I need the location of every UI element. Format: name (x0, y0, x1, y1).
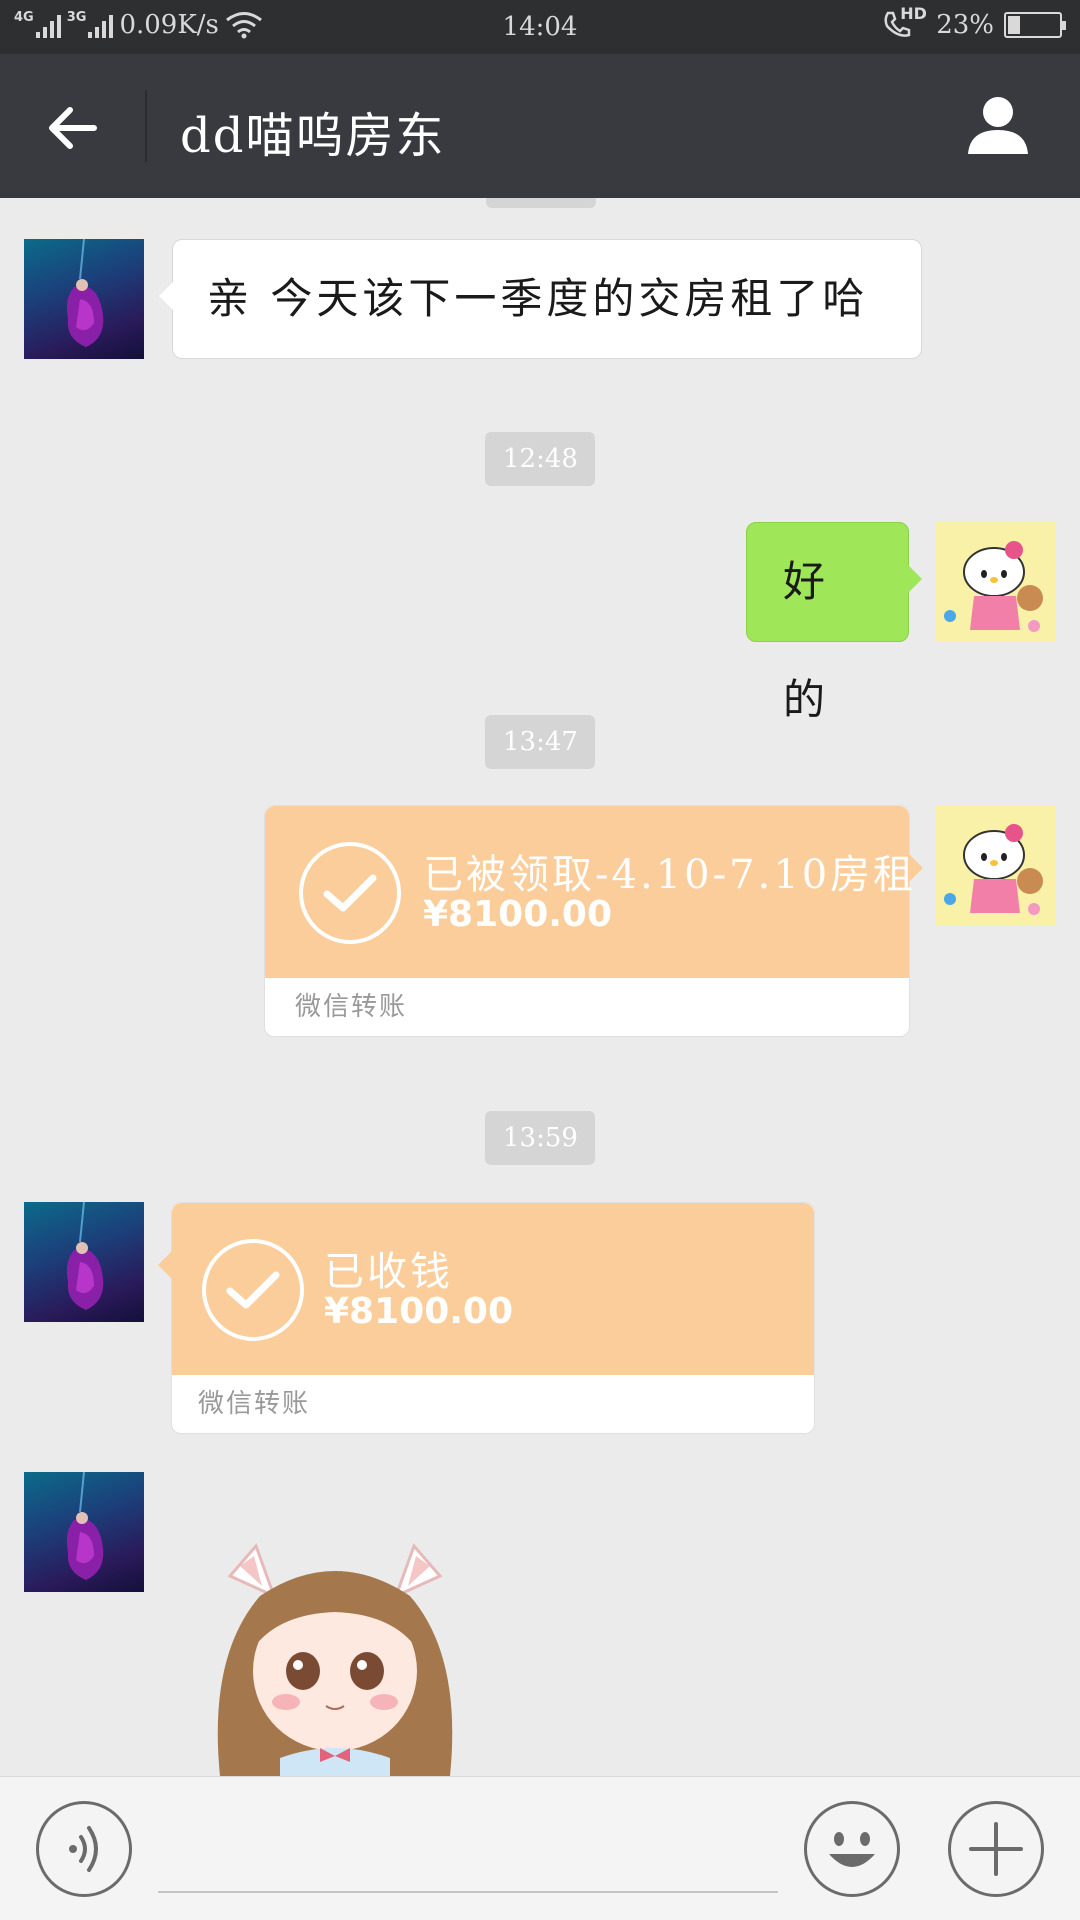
time-divider: 13:47 (485, 715, 595, 769)
chat-title: dd喵呜房东 (180, 108, 446, 164)
status-right: HD 23% (882, 4, 1066, 40)
sticker-message[interactable] (200, 1536, 500, 1776)
person-icon (968, 97, 1028, 154)
emoji-button[interactable] (804, 1801, 900, 1897)
avatar-me[interactable] (936, 522, 1056, 642)
message-bubble-sent[interactable]: 好的 (746, 522, 922, 724)
chat-header: dd喵呜房东 (0, 54, 1080, 198)
transfer-title: 已被领取-4.10-7.10房租 (423, 852, 917, 898)
check-icon (299, 842, 401, 944)
avatar-image (944, 541, 1043, 632)
battery-percent: 23% (936, 10, 994, 40)
avatar-image (66, 1472, 104, 1580)
message-text: 亲 今天该下一季度的交房租了哈 (207, 274, 869, 323)
header-divider (145, 90, 147, 162)
profile-button[interactable] (966, 92, 1030, 156)
arrow-left-icon (49, 107, 97, 149)
time-divider-partial (486, 198, 596, 208)
message-input[interactable] (158, 1817, 778, 1893)
avatar-landlord[interactable] (24, 1202, 144, 1322)
back-button[interactable] (44, 100, 100, 156)
transfer-card-received[interactable]: 已收钱 ¥8100.00 微信转账 (158, 1202, 815, 1434)
hd-call-icon: HD (882, 4, 927, 40)
battery-icon (1004, 12, 1066, 38)
time-divider: 12:48 (485, 432, 595, 486)
sticker-girl-image (217, 1543, 453, 1776)
voice-icon (69, 1826, 98, 1872)
hd-label: HD (900, 4, 927, 23)
transfer-card-sent[interactable]: 已被领取-4.10-7.10房租 ¥8100.00 微信转账 (264, 805, 923, 1037)
emoji-icon (829, 1832, 875, 1867)
transfer-amount: ¥8100.00 (324, 1291, 514, 1332)
time-divider: 13:59 (485, 1111, 595, 1165)
avatar-me[interactable] (936, 805, 1056, 925)
transfer-footer: 微信转账 (198, 1389, 311, 1419)
status-bar: 4G 3G 0.09K/s 14:04 HD 23% (0, 0, 1080, 54)
message-text: 好的 (783, 557, 830, 724)
transfer-amount: ¥8100.00 (423, 894, 613, 935)
more-button[interactable] (948, 1801, 1044, 1897)
transfer-title: 已收钱 (324, 1249, 453, 1295)
plus-icon (969, 1822, 1023, 1876)
avatar-landlord[interactable] (24, 1472, 144, 1592)
chat-messages[interactable]: 亲 今天该下一季度的交房租了哈 12:48 好的 13:47 已被领取-4.10… (0, 198, 1080, 1776)
input-bar (0, 1776, 1080, 1920)
avatar-landlord[interactable] (24, 239, 144, 359)
avatar-image (66, 239, 104, 347)
transfer-card-top: 已被领取-4.10-7.10房租 ¥8100.00 (265, 806, 913, 978)
transfer-card-top: 已收钱 ¥8100.00 (172, 1203, 814, 1375)
check-icon (202, 1239, 304, 1341)
voice-button[interactable] (36, 1801, 132, 1897)
message-bubble-received[interactable]: 亲 今天该下一季度的交房租了哈 (159, 239, 922, 359)
avatar-image (944, 824, 1043, 915)
transfer-footer: 微信转账 (295, 992, 408, 1022)
avatar-image (66, 1202, 104, 1310)
